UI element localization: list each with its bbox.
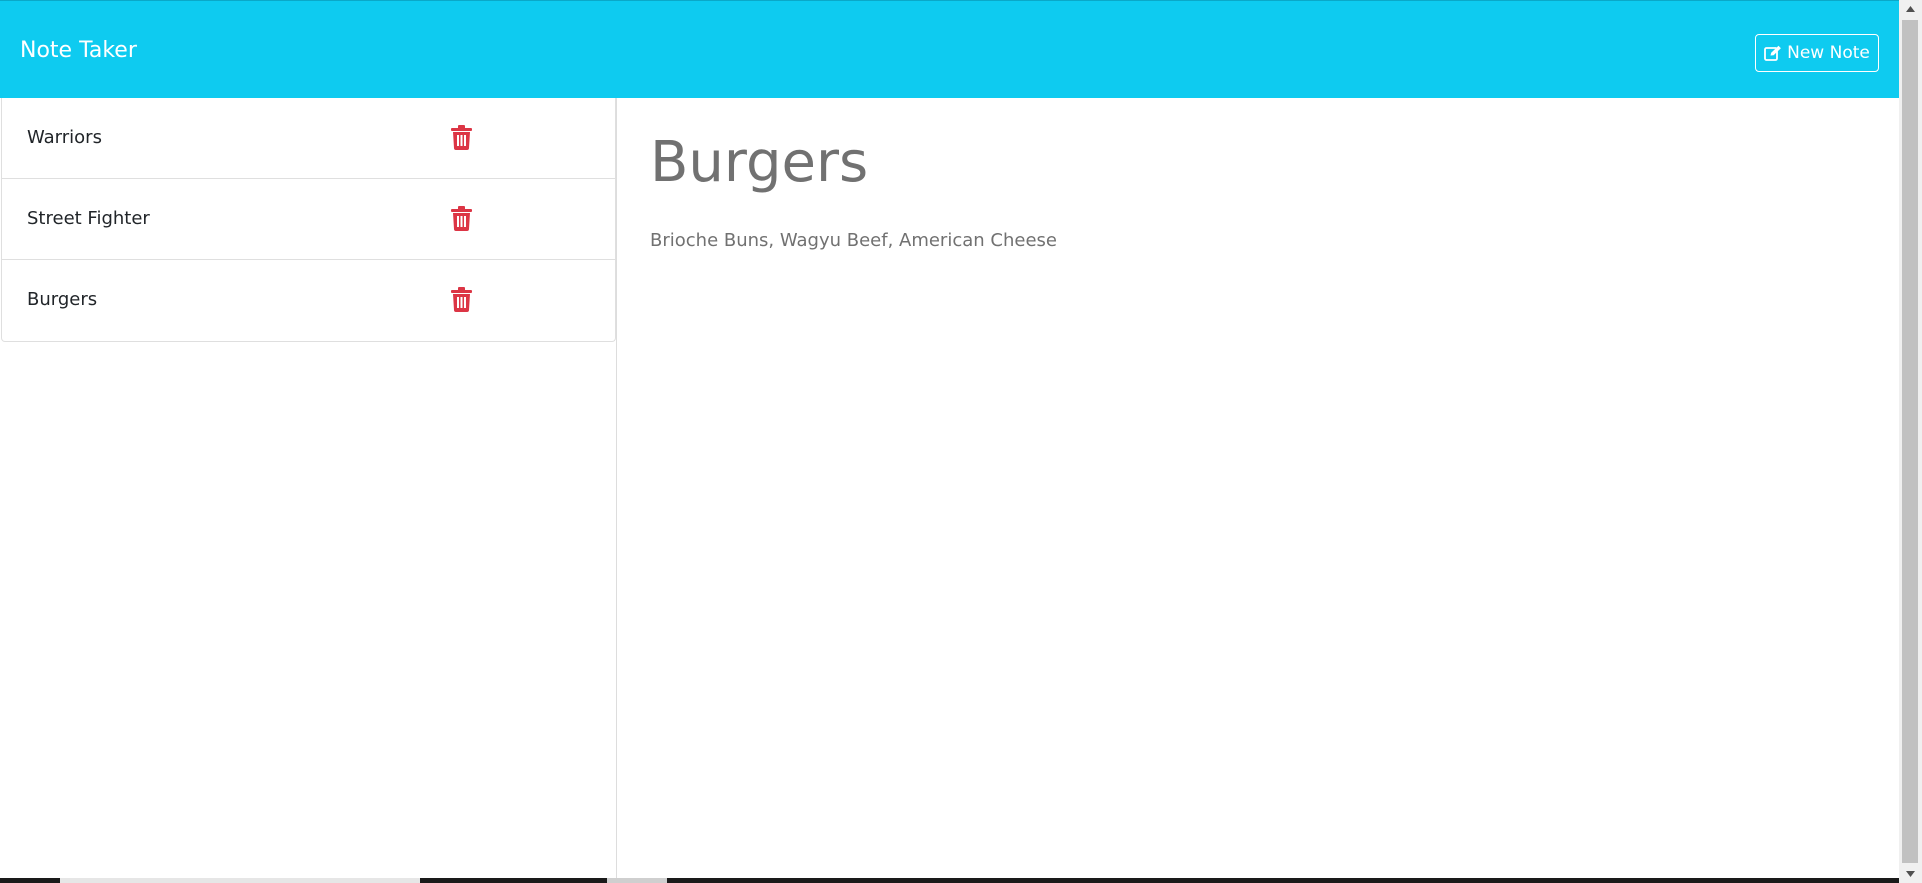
note-list-title: Street Fighter (27, 208, 150, 229)
trash-icon[interactable] (451, 287, 472, 312)
new-note-label: New Note (1787, 43, 1870, 63)
app-title[interactable]: Note Taker (20, 37, 137, 65)
bottom-edge-segment (60, 878, 420, 883)
note-editor: Burgers Brioche Buns, Wagyu Beef, Americ… (617, 98, 1899, 883)
notes-sidebar: Warriors Street Fighter Burgers (0, 98, 617, 883)
note-text-field[interactable]: Brioche Buns, Wagyu Beef, American Chees… (650, 229, 1057, 253)
vertical-scrollbar[interactable] (1899, 0, 1922, 883)
new-note-button[interactable]: New Note (1755, 34, 1879, 72)
scroll-down-arrow-icon[interactable] (1899, 865, 1922, 883)
list-item-street-fighter[interactable]: Street Fighter (2, 179, 615, 260)
navbar: Note Taker New Note (0, 0, 1899, 98)
bottom-edge-segment (607, 878, 667, 883)
list-item-burgers[interactable]: Burgers (2, 260, 615, 341)
window-bottom-edge (0, 878, 1899, 883)
scroll-up-arrow-icon[interactable] (1899, 0, 1922, 18)
trash-icon[interactable] (451, 125, 472, 150)
note-list-title: Burgers (27, 289, 98, 310)
trash-icon[interactable] (451, 206, 472, 231)
scrollbar-thumb[interactable] (1902, 20, 1918, 863)
edit-icon (1764, 45, 1782, 61)
note-list: Warriors Street Fighter Burgers (1, 98, 616, 342)
list-item-warriors[interactable]: Warriors (2, 98, 615, 179)
note-taker-page: Note Taker New Note Warriors Street Figh… (0, 0, 1922, 883)
note-list-title: Warriors (27, 127, 102, 148)
note-title-field[interactable]: Burgers (650, 132, 868, 194)
